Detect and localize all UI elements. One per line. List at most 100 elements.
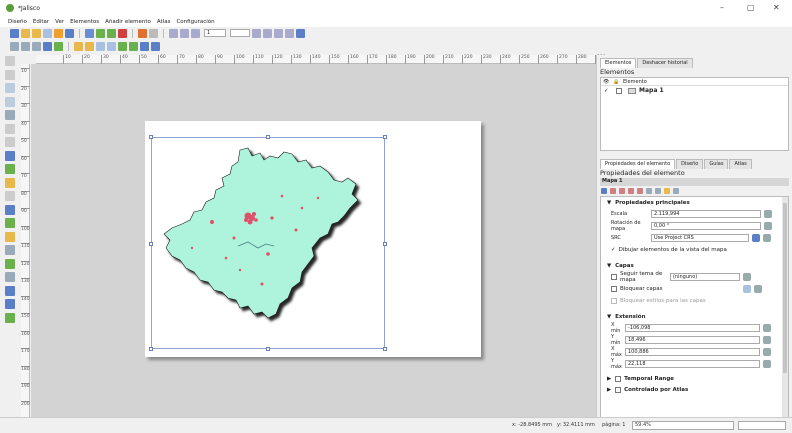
zoom-slider[interactable] bbox=[738, 421, 786, 430]
minimize-icon[interactable]: – bbox=[720, 3, 724, 12]
section-atlas[interactable]: ▶ Controlado por Atlas bbox=[601, 384, 788, 395]
crs-picker-icon[interactable] bbox=[752, 234, 760, 242]
refresh-map-icon[interactable] bbox=[601, 188, 607, 194]
atlas-first-icon[interactable] bbox=[180, 28, 189, 38]
refresh-icon[interactable] bbox=[54, 41, 63, 51]
print-icon[interactable] bbox=[85, 28, 94, 38]
lower-icon[interactable] bbox=[129, 41, 138, 51]
xmin-field[interactable]: -106,098 bbox=[625, 324, 760, 332]
move-content-map-icon[interactable] bbox=[646, 188, 652, 194]
add-scalebar-icon[interactable] bbox=[5, 177, 15, 188]
edit-nodes-icon[interactable] bbox=[5, 110, 15, 120]
atlas-settings-icon[interactable] bbox=[169, 28, 178, 38]
bloquear-expression-icon[interactable] bbox=[754, 285, 762, 293]
more-map-icon[interactable] bbox=[673, 188, 679, 194]
close-icon[interactable]: ✕ bbox=[773, 3, 780, 12]
select-icon[interactable] bbox=[5, 83, 15, 93]
export-pdf-icon[interactable] bbox=[118, 28, 127, 38]
add-legend-icon[interactable] bbox=[5, 164, 15, 174]
resize-handle-r[interactable] bbox=[383, 242, 387, 246]
add-3d-map-icon[interactable] bbox=[5, 137, 15, 147]
add-map-icon[interactable] bbox=[5, 123, 15, 134]
labeling-icon[interactable] bbox=[637, 188, 643, 194]
maximize-icon[interactable]: ▢ bbox=[747, 3, 755, 12]
tab-guias[interactable]: Guías bbox=[704, 159, 729, 169]
layers-icon[interactable] bbox=[743, 285, 751, 293]
section-capas[interactable]: ▼ Capas bbox=[601, 260, 788, 271]
atlas-next-icon[interactable] bbox=[252, 28, 261, 38]
menu-atlas[interactable]: Atlas bbox=[157, 19, 171, 25]
add-fixed-table-icon[interactable] bbox=[5, 312, 15, 323]
menu-ver[interactable]: Ver bbox=[55, 19, 64, 25]
menu-elementos[interactable]: Elementos bbox=[70, 19, 99, 25]
ungroup-icon[interactable] bbox=[107, 41, 116, 51]
zoom-tool-icon[interactable] bbox=[5, 69, 15, 80]
resize-handle-bl[interactable] bbox=[149, 347, 153, 351]
map-item-frame[interactable] bbox=[151, 137, 385, 349]
resize-handle-br[interactable] bbox=[383, 347, 387, 351]
zoom-full-icon[interactable] bbox=[43, 41, 52, 51]
set-extent-icon[interactable] bbox=[610, 188, 616, 194]
section-main-properties[interactable]: ▼ Propiedades principales bbox=[601, 197, 788, 208]
layout-manager-icon[interactable] bbox=[43, 28, 52, 38]
tab-elementos[interactable]: Elementos bbox=[600, 58, 637, 68]
duplicate-layout-icon[interactable] bbox=[32, 28, 41, 38]
distribute-icon[interactable] bbox=[151, 41, 160, 51]
add-table-icon[interactable] bbox=[5, 299, 15, 309]
atlas-map-icon[interactable] bbox=[664, 188, 670, 194]
xmin-expression-icon[interactable] bbox=[763, 324, 771, 332]
add-shape-icon[interactable] bbox=[5, 218, 15, 228]
menu-anadir-elemento[interactable]: Añadir elemento bbox=[105, 19, 151, 25]
report-icon[interactable] bbox=[296, 28, 305, 38]
zoom-out-icon[interactable] bbox=[21, 41, 30, 51]
bookmark-icon[interactable] bbox=[628, 188, 634, 194]
resize-handle-tr[interactable] bbox=[383, 135, 387, 139]
tab-diseno[interactable]: Diseño bbox=[676, 159, 704, 169]
section-temporal[interactable]: ▶ Temporal Range bbox=[601, 373, 788, 384]
redo-icon[interactable] bbox=[149, 28, 158, 38]
seguir-tema-select[interactable]: (ninguno) bbox=[670, 273, 740, 281]
xmax-expression-icon[interactable] bbox=[763, 348, 771, 356]
tab-atlas[interactable]: Atlas bbox=[729, 159, 752, 169]
resize-handle-tl[interactable] bbox=[149, 135, 153, 139]
save-icon[interactable] bbox=[10, 28, 19, 38]
tab-propiedades-elemento[interactable]: Propiedades del elemento bbox=[600, 159, 676, 169]
save-template-icon[interactable] bbox=[65, 28, 74, 38]
src-expression-icon[interactable] bbox=[763, 234, 771, 242]
resize-handle-t[interactable] bbox=[266, 135, 270, 139]
bloquear-capas-check[interactable] bbox=[611, 286, 617, 292]
tab-deshacer-historial[interactable]: Deshacer historial bbox=[637, 58, 693, 68]
add-polygon-icon[interactable] bbox=[5, 258, 15, 269]
ymax-field[interactable]: 22,118 bbox=[625, 360, 760, 368]
ymin-field[interactable]: 18,496 bbox=[625, 336, 760, 344]
rotacion-field[interactable]: 0,00 ° bbox=[651, 222, 761, 230]
unlock-items-icon[interactable] bbox=[85, 41, 94, 51]
seguir-tema-check[interactable] bbox=[611, 274, 617, 280]
src-select[interactable]: Use Project CRS bbox=[651, 234, 749, 242]
bloquear-estilos-check[interactable] bbox=[611, 298, 617, 304]
list-item[interactable]: ✓ Mapa 1 bbox=[601, 86, 788, 95]
add-label-icon[interactable] bbox=[5, 204, 15, 215]
rotacion-expression-icon[interactable] bbox=[764, 222, 772, 230]
align-icon[interactable] bbox=[140, 41, 149, 51]
add-polyline-icon[interactable] bbox=[5, 272, 15, 282]
lock-check[interactable] bbox=[616, 87, 622, 94]
layout-canvas[interactable] bbox=[31, 64, 596, 417]
section-extension[interactable]: ▼ Extensión bbox=[601, 311, 788, 322]
seguir-expression-icon[interactable] bbox=[743, 273, 751, 281]
ymin-expression-icon[interactable] bbox=[763, 336, 771, 344]
add-north-arrow-icon[interactable] bbox=[5, 191, 15, 201]
xmax-field[interactable]: 100,886 bbox=[625, 348, 760, 356]
escala-field[interactable]: 2.119,994 bbox=[651, 210, 761, 218]
draw-elements-check[interactable]: ✓ bbox=[611, 247, 616, 253]
properties-scrollbar[interactable] bbox=[782, 197, 788, 427]
resize-handle-b[interactable] bbox=[266, 347, 270, 351]
atlas-export-icon[interactable] bbox=[285, 28, 294, 38]
atlas-page-dropdown[interactable] bbox=[230, 29, 250, 37]
visible-check[interactable]: ✓ bbox=[604, 88, 613, 94]
ymax-expression-icon[interactable] bbox=[763, 360, 771, 368]
atlas-page-field[interactable]: 1 bbox=[204, 29, 226, 37]
raise-icon[interactable] bbox=[118, 41, 127, 51]
add-marker-icon[interactable] bbox=[5, 231, 15, 242]
undo-icon[interactable] bbox=[138, 28, 147, 38]
